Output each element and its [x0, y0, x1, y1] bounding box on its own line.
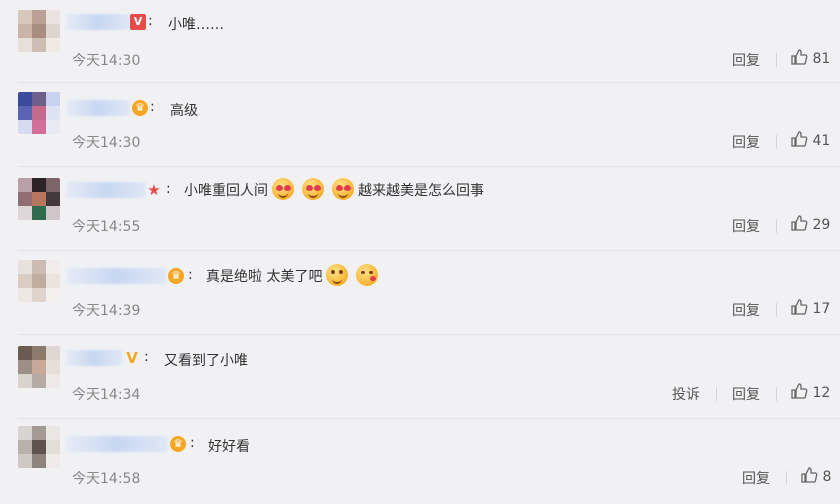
like-button[interactable]: 8	[800, 467, 832, 486]
divider-bar	[776, 53, 777, 67]
avatar[interactable]	[18, 260, 60, 302]
kiss-emoji	[356, 264, 379, 286]
like-count: 8	[822, 469, 832, 485]
comment-time: 今天14:34	[72, 387, 141, 403]
reply-button[interactable]: 回复	[732, 216, 760, 236]
comment-divider	[18, 418, 840, 419]
divider-bar	[776, 387, 777, 401]
username-blurred[interactable]	[66, 100, 130, 116]
comment-item: V : 又看到了小唯 今天14:34 投诉 回复 12	[0, 336, 840, 420]
username-blurred[interactable]	[66, 268, 166, 284]
comment-time: 今天14:58	[72, 471, 141, 487]
like-count: 12	[812, 385, 831, 401]
comment-item: ♛ : 好好看 今天14:58 回复 8	[0, 420, 840, 504]
avatar[interactable]	[18, 346, 60, 388]
like-button[interactable]: 41	[790, 131, 831, 150]
star-badge-icon: ★	[147, 181, 161, 199]
comment-text: 又看到了小唯	[164, 353, 248, 369]
thumbs-up-icon	[801, 467, 818, 483]
username-blurred[interactable]	[66, 350, 122, 366]
reply-button[interactable]: 回复	[732, 300, 760, 320]
like-count: 29	[812, 217, 831, 233]
colon: :	[166, 181, 171, 197]
like-count: 81	[812, 51, 831, 67]
comment-text: 小唯重回人间 越来越美是怎么回事	[184, 178, 484, 202]
like-count: 17	[812, 301, 831, 317]
comment-item: ♛ : 高级 今天14:30 回复 41	[0, 84, 840, 168]
divider-bar	[776, 135, 777, 149]
reply-button[interactable]: 回复	[732, 50, 760, 70]
avatar[interactable]	[18, 92, 60, 134]
comment-item: V : 小唯…… 今天14:30 回复 81	[0, 0, 840, 84]
comment-text: 小唯……	[168, 17, 224, 33]
username-blurred[interactable]	[66, 436, 168, 452]
comment-time: 今天14:39	[72, 303, 141, 319]
heart-eyes-emoji	[302, 178, 324, 200]
comment-time: 今天14:30	[72, 135, 141, 151]
comment-item: ♛ : 真是绝啦 太美了吧 今天14:39 回复 17	[0, 252, 840, 336]
avatar[interactable]	[18, 10, 60, 52]
thumbs-up-icon	[791, 131, 808, 147]
reply-button[interactable]: 回复	[732, 384, 760, 404]
comment-text: 好好看	[208, 439, 250, 455]
like-count: 41	[812, 133, 831, 149]
avatar[interactable]	[18, 178, 60, 220]
comment-item: ★ : 小唯重回人间 越来越美是怎么回事 今天14:55 回复 29	[0, 168, 840, 252]
colon: :	[188, 267, 193, 283]
comment-divider	[18, 166, 840, 167]
like-button[interactable]: 12	[790, 383, 831, 402]
colon: :	[150, 99, 155, 115]
crown-badge-icon: ♛	[132, 100, 148, 116]
divider-bar	[716, 387, 717, 401]
comment-time: 今天14:30	[72, 53, 141, 69]
comment-divider	[18, 334, 840, 335]
reply-button[interactable]: 回复	[742, 468, 770, 488]
username-blurred[interactable]	[66, 14, 130, 30]
thumbs-up-icon	[791, 299, 808, 315]
crown-badge-icon: ♛	[168, 268, 184, 284]
heart-eyes-emoji	[272, 178, 294, 200]
colon: :	[144, 349, 149, 365]
divider-bar	[786, 471, 787, 485]
thumbs-up-icon	[791, 215, 808, 231]
hug-emoji	[326, 264, 349, 286]
comment-time: 今天14:55	[72, 219, 141, 235]
like-button[interactable]: 29	[790, 215, 831, 234]
v-badge-icon: V	[126, 349, 138, 367]
comment-divider	[18, 250, 840, 251]
thumbs-up-icon	[791, 383, 808, 399]
heart-eyes-emoji	[332, 178, 354, 200]
colon: :	[190, 435, 195, 451]
like-button[interactable]: 81	[790, 49, 831, 68]
report-button[interactable]: 投诉	[672, 384, 700, 404]
comment-divider	[18, 82, 840, 83]
comment-text: 高级	[170, 103, 198, 119]
like-button[interactable]: 17	[790, 299, 831, 318]
comment-text: 真是绝啦 太美了吧	[206, 264, 382, 288]
reply-button[interactable]: 回复	[732, 132, 760, 152]
divider-bar	[776, 303, 777, 317]
divider-bar	[776, 219, 777, 233]
colon: :	[148, 13, 153, 29]
thumbs-up-icon	[791, 49, 808, 65]
username-blurred[interactable]	[66, 182, 146, 198]
crown-badge-icon: ♛	[170, 436, 186, 452]
v-badge-icon: V	[130, 14, 146, 30]
avatar[interactable]	[18, 426, 60, 468]
